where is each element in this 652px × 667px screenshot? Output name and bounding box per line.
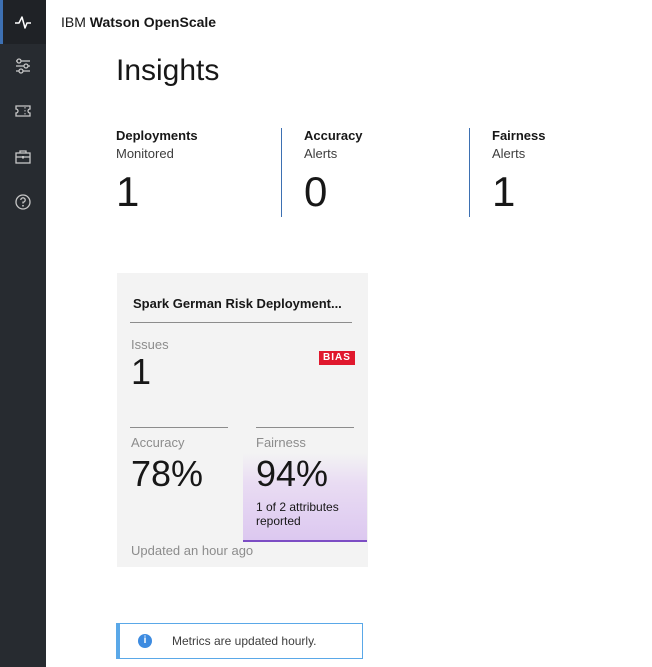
stat-subtitle: Alerts bbox=[304, 146, 338, 161]
sidebar-item-support[interactable] bbox=[0, 89, 46, 133]
stat-divider bbox=[281, 128, 282, 217]
stat-value: 0 bbox=[304, 168, 328, 215]
notification-message: Metrics are updated hourly. bbox=[172, 634, 317, 648]
sliders-icon bbox=[16, 58, 30, 74]
stat-divider bbox=[469, 128, 470, 217]
briefcase-icon bbox=[15, 150, 31, 164]
stat-value: 1 bbox=[116, 168, 140, 215]
sidebar-item-help[interactable] bbox=[0, 180, 46, 224]
fairness-note-line2: reported bbox=[256, 514, 301, 528]
info-icon: i bbox=[138, 634, 152, 648]
stat-deployments-monitored: Deployments Monitored 1 bbox=[116, 128, 276, 218]
sidebar-item-configure[interactable] bbox=[0, 44, 46, 88]
brand-prefix: IBM bbox=[61, 14, 86, 30]
accuracy-label: Accuracy bbox=[131, 435, 185, 450]
stat-subtitle: Alerts bbox=[492, 146, 526, 161]
stat-accuracy-alerts: Accuracy Alerts 0 bbox=[304, 128, 464, 218]
divider bbox=[130, 322, 352, 323]
stat-title: Accuracy bbox=[304, 128, 363, 143]
deployment-title[interactable]: Spark German Risk Deployment... bbox=[133, 296, 342, 311]
sidebar-item-insights[interactable] bbox=[0, 0, 46, 44]
divider bbox=[256, 427, 354, 428]
stat-title: Fairness bbox=[492, 128, 546, 143]
stat-title: Deployments bbox=[116, 128, 198, 143]
last-updated: Updated an hour ago bbox=[131, 543, 254, 558]
fairness-label: Fairness bbox=[256, 435, 306, 450]
fairness-value: 94% bbox=[256, 453, 329, 494]
issues-label: Issues bbox=[131, 337, 169, 352]
brand-name: Watson OpenScale bbox=[89, 14, 217, 30]
left-sidebar bbox=[0, 0, 46, 667]
info-notification: i Metrics are updated hourly. bbox=[116, 623, 363, 659]
issues-count: 1 bbox=[131, 351, 152, 392]
activity-pulse-icon bbox=[15, 16, 31, 29]
fairness-panel[interactable]: 94% 1 of 2 attributes reported bbox=[243, 453, 367, 542]
accuracy-value: 78% bbox=[131, 453, 204, 494]
help-icon bbox=[15, 194, 31, 210]
fairness-note: 1 of 2 attributes reported bbox=[256, 500, 339, 528]
ticket-icon bbox=[15, 105, 31, 117]
page-title: Insights bbox=[116, 54, 220, 87]
bias-badge: BIAS bbox=[319, 351, 355, 365]
top-header: IBM Watson OpenScale bbox=[46, 0, 652, 44]
stat-subtitle: Monitored bbox=[116, 146, 174, 161]
deployment-card[interactable]: Spark German Risk Deployment... Issues 1… bbox=[117, 273, 368, 567]
fairness-note-line1: 1 of 2 attributes bbox=[256, 500, 339, 514]
sidebar-item-toolkit[interactable] bbox=[0, 135, 46, 179]
stat-fairness-alerts: Fairness Alerts 1 bbox=[492, 128, 652, 218]
divider bbox=[130, 427, 228, 428]
stat-value: 1 bbox=[492, 168, 516, 215]
product-name[interactable]: IBM Watson OpenScale bbox=[61, 14, 216, 30]
